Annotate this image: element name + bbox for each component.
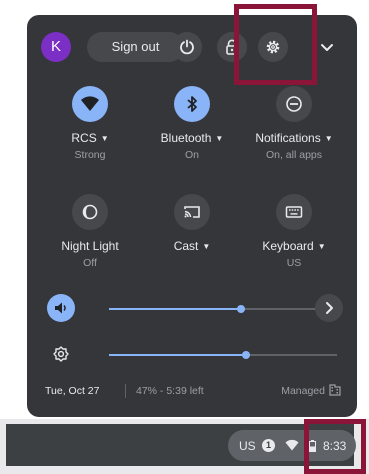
caret-icon: ▼ [317,242,326,252]
tile-bluetooth[interactable]: Bluetooth ▼ On [137,86,247,161]
tile-network-label: RCS ▼ [71,131,109,145]
battery-status[interactable]: 47% - 5:39 left [136,385,204,397]
managed-label[interactable]: Managed [281,385,325,397]
user-avatar[interactable]: K [41,32,71,62]
tile-bluetooth-label: Bluetooth ▼ [160,131,224,145]
tile-network-status: Strong [74,149,106,161]
volume-icon [55,302,66,314]
night-light-toggle[interactable] [72,194,108,230]
audio-settings-button[interactable] [315,294,343,322]
caret-icon: ▼ [202,242,211,252]
chevron-right-icon [326,302,333,314]
night-light-icon [82,204,98,220]
tile-cast-label: Cast ▼ [173,239,211,253]
sign-out-button[interactable]: Sign out [87,32,184,62]
bluetooth-toggle[interactable] [174,86,210,122]
brightness-slider-fill [109,354,246,356]
footer-divider [125,384,126,398]
tile-night-light[interactable]: Night Light Off [35,194,145,269]
notifications-toggle[interactable] [276,86,312,122]
clock-highlight-box [304,419,366,474]
keyboard-icon [285,206,303,218]
volume-slider-fill [109,308,242,310]
power-button[interactable] [172,32,202,62]
power-icon [180,39,194,55]
quick-settings-footer: Tue, Oct 27 47% - 5:39 left Managed [45,384,341,401]
cast-icon [184,206,200,218]
tile-night-light-label: Night Light [61,239,119,253]
tile-keyboard[interactable]: Keyboard ▼ US [239,194,349,269]
caret-icon: ▼ [324,134,333,144]
brightness-slider-thumb[interactable] [241,351,250,359]
brightness-button[interactable] [47,340,75,368]
volume-slider[interactable] [109,305,337,313]
tile-cast[interactable]: Cast ▼ [137,194,247,257]
enterprise-icon [329,384,341,396]
caret-icon: ▼ [215,134,224,144]
tile-notifications-label: Notifications ▼ [255,131,333,145]
cast-toggle[interactable] [174,194,210,230]
caret-icon: ▼ [100,134,109,144]
wifi-status-icon [285,439,299,451]
mute-button[interactable] [47,294,75,322]
volume-slider-row [27,294,357,324]
bluetooth-icon [187,96,197,112]
ime-indicator[interactable]: US [239,439,256,453]
tile-keyboard-label: Keyboard ▼ [262,239,326,253]
tile-night-light-status: Off [83,257,97,269]
volume-slider-thumb[interactable] [237,305,246,313]
date-label[interactable]: Tue, Oct 27 [45,385,99,397]
brightness-icon [53,346,69,362]
keyboard-toggle[interactable] [276,194,312,230]
tile-keyboard-status: US [286,257,302,269]
brightness-slider[interactable] [109,351,337,359]
tile-bluetooth-status: On [184,149,199,161]
tile-network[interactable]: RCS ▼ Strong [35,86,145,161]
notification-counter[interactable]: 1 [262,439,275,452]
brightness-slider-row [27,340,357,370]
network-toggle[interactable] [72,86,108,122]
do-not-disturb-icon [286,96,302,112]
tile-notifications-status: On, all apps [265,149,323,161]
wifi-icon [81,96,99,111]
settings-highlight-box [234,4,317,85]
chevron-down-icon [321,44,333,51]
tile-notifications[interactable]: Notifications ▼ On, all apps [239,86,349,161]
